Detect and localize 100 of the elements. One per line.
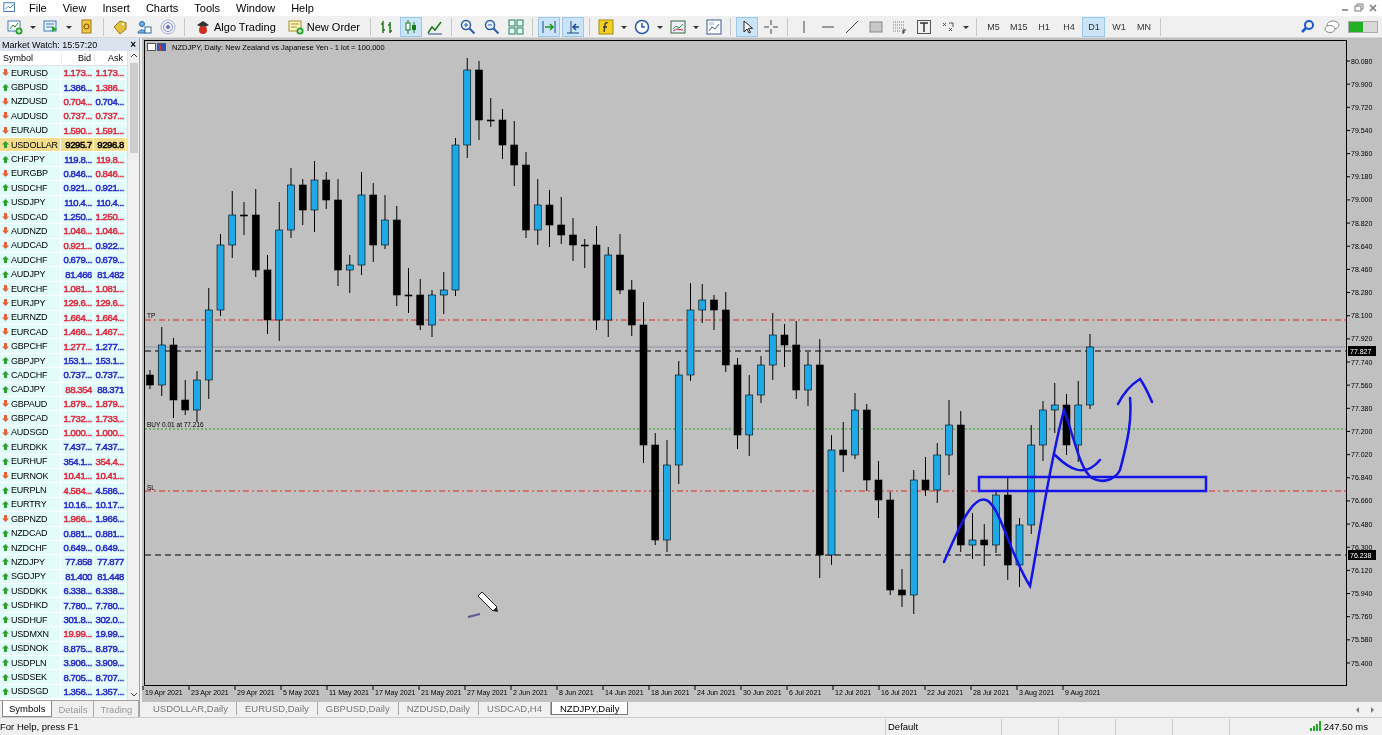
symbol-name: NZDCHF xyxy=(11,542,47,553)
scroll-thumb[interactable] xyxy=(129,63,138,153)
bid-price: 129.6... xyxy=(61,296,94,310)
menu-item[interactable]: Window xyxy=(228,0,284,16)
caret-icon[interactable] xyxy=(655,23,664,30)
bid-price: 0.737... xyxy=(61,368,94,382)
menu-item[interactable]: File xyxy=(21,0,55,16)
bid-price: 153.1... xyxy=(61,354,94,367)
symbol-row[interactable]: AUDNZD 1.046... 1.046... xyxy=(0,224,127,239)
candle xyxy=(1015,517,1024,588)
caret-icon[interactable] xyxy=(961,23,970,30)
new-order-button[interactable]: New Order xyxy=(282,16,365,37)
signal-icon[interactable] xyxy=(157,16,179,37)
bid-price: 1.732... xyxy=(61,411,94,425)
candle xyxy=(533,178,542,246)
ask-price: 119.8... xyxy=(94,152,126,166)
symbol-row[interactable]: EURUSD 1.173... 1.173... xyxy=(0,66,127,81)
symbol-row[interactable]: AUDJPY 81.466 81.482 xyxy=(0,267,127,282)
symbol-row[interactable]: USDHKD 7.780... 7.780... xyxy=(0,598,127,613)
price-chart[interactable] xyxy=(142,38,1382,702)
symbol-row[interactable]: GBPNZD 1.966... 1.966... xyxy=(0,512,127,527)
ask-price: 81.448 xyxy=(94,569,126,583)
symbol-name: USDCAD xyxy=(11,211,48,222)
chart-tab[interactable]: USDOLLAR,Daily xyxy=(145,702,237,715)
caret-icon[interactable] xyxy=(65,23,73,30)
scrollbar[interactable] xyxy=(127,51,139,700)
menu-item[interactable]: Tools xyxy=(186,0,228,16)
candle xyxy=(992,489,1000,554)
ask-price: 110.4... xyxy=(94,195,126,209)
symbol-row[interactable]: NZDJPY 77.858 77.877 xyxy=(0,555,127,570)
chart-shift-icon[interactable] xyxy=(537,16,560,37)
bid-price: 119.8... xyxy=(61,152,94,166)
symbol-row[interactable]: USDPLN 3.906... 3.909... xyxy=(0,656,127,671)
symbol-row[interactable]: EURJPY 129.6... 129.6... xyxy=(0,296,127,311)
bid-price: 0.921... xyxy=(61,181,94,195)
candle xyxy=(757,355,765,404)
ask-price: 0.737... xyxy=(94,368,126,382)
bid-price: 1.966... xyxy=(61,512,94,526)
symbol-name: GBPUSD xyxy=(11,82,48,93)
chart-tab[interactable]: NZDJPY,Daily xyxy=(550,702,629,715)
symbol-row[interactable]: EURCAD 1.466... 1.467... xyxy=(0,325,127,340)
chart-tab[interactable]: USDCAD,H4 xyxy=(479,702,551,715)
timeframe-button[interactable]: M5 xyxy=(981,16,1005,37)
algo-trading-button[interactable]: Algo Trading xyxy=(190,16,281,37)
symbol-row[interactable]: CADCHF 0.737... 0.737... xyxy=(0,368,127,383)
symbol-row[interactable]: USDMXN 19.99... 19.99... xyxy=(0,627,127,642)
symbol-name: USDDKK xyxy=(11,585,48,596)
timeframe-button[interactable]: MN xyxy=(1132,16,1156,37)
symbol-row[interactable]: GBPCAD 1.732... 1.733... xyxy=(0,411,127,426)
caret-icon[interactable] xyxy=(29,23,37,30)
symbol-row[interactable]: USDDKK 6.338... 6.338... xyxy=(0,584,127,599)
menu-item[interactable]: Help xyxy=(283,0,322,16)
timeframe-button[interactable]: W1 xyxy=(1107,16,1131,37)
close-button[interactable]: × xyxy=(130,39,136,50)
column-header[interactable]: Bid xyxy=(61,53,94,63)
column-header[interactable]: Ask xyxy=(94,53,126,63)
chart-tab[interactable]: GBPUSD,Daily xyxy=(317,702,399,715)
menu-item[interactable]: Charts xyxy=(137,0,187,16)
connection-bar-icon xyxy=(1348,20,1378,33)
candle xyxy=(240,201,248,236)
chart-tab[interactable]: NZDUSD,Daily xyxy=(398,702,480,715)
symbol-name: EURJPY xyxy=(11,297,46,308)
symbol-name: GBPNZD xyxy=(11,513,48,524)
candlestick-icon[interactable] xyxy=(399,16,422,37)
candle xyxy=(768,312,777,381)
symbol-name: USDJPY xyxy=(11,197,46,208)
symbol-row[interactable]: GBPUSD 1.386... 1.386... xyxy=(0,80,127,95)
bid-price: 88.354 xyxy=(61,382,94,396)
symbol-row[interactable]: AUDCHF 0.679... 0.679... xyxy=(0,253,127,268)
symbol-row[interactable]: EURDKK 7.437... 7.437... xyxy=(0,440,127,455)
menu-item[interactable]: Insert xyxy=(94,0,138,16)
ask-price: 1.046... xyxy=(94,224,126,238)
timeframe-button[interactable]: H1 xyxy=(1032,16,1056,37)
symbol-row[interactable]: AUDUSD 0.737... 0.737... xyxy=(0,109,127,124)
timeframe-button[interactable]: D1 xyxy=(1082,16,1106,37)
candle xyxy=(545,189,554,248)
timeframe-button[interactable]: M15 xyxy=(1006,16,1031,37)
column-header[interactable]: Symbol xyxy=(0,53,61,63)
symbol-row[interactable]: EURPLN 4.584... 4.586... xyxy=(0,483,127,498)
symbol-name: EURPLN xyxy=(11,485,47,495)
symbol-row[interactable]: CHFJPY 119.8... 119.8... xyxy=(0,152,127,167)
chart-tab[interactable]: EURUSD,Daily xyxy=(236,702,318,715)
symbol-row[interactable]: USDSEK 8.705... 8.707... xyxy=(0,670,127,685)
panel-tab[interactable]: Symbols xyxy=(2,701,53,717)
cursor-icon[interactable] xyxy=(735,16,758,37)
ask-price: 6.338... xyxy=(94,584,126,598)
menu-item[interactable]: View xyxy=(54,0,95,16)
caret-icon[interactable] xyxy=(619,23,628,30)
caret-icon[interactable] xyxy=(691,23,700,30)
symbol-row[interactable]: GBPCHF 1.277... 1.277... xyxy=(0,339,127,354)
ask-price: 88.371 xyxy=(94,382,126,396)
bid-price: 0.704... xyxy=(61,94,94,108)
timeframe-button[interactable]: H4 xyxy=(1057,16,1081,37)
candle xyxy=(510,120,519,187)
auto-scroll-icon[interactable] xyxy=(561,16,584,37)
symbol-name: NZDJPY xyxy=(11,556,45,567)
chart-window-icon xyxy=(147,43,166,51)
candle xyxy=(968,512,977,560)
symbol-row[interactable]: USDCHF 0.921... 0.921... xyxy=(0,181,127,196)
candle xyxy=(839,421,848,473)
